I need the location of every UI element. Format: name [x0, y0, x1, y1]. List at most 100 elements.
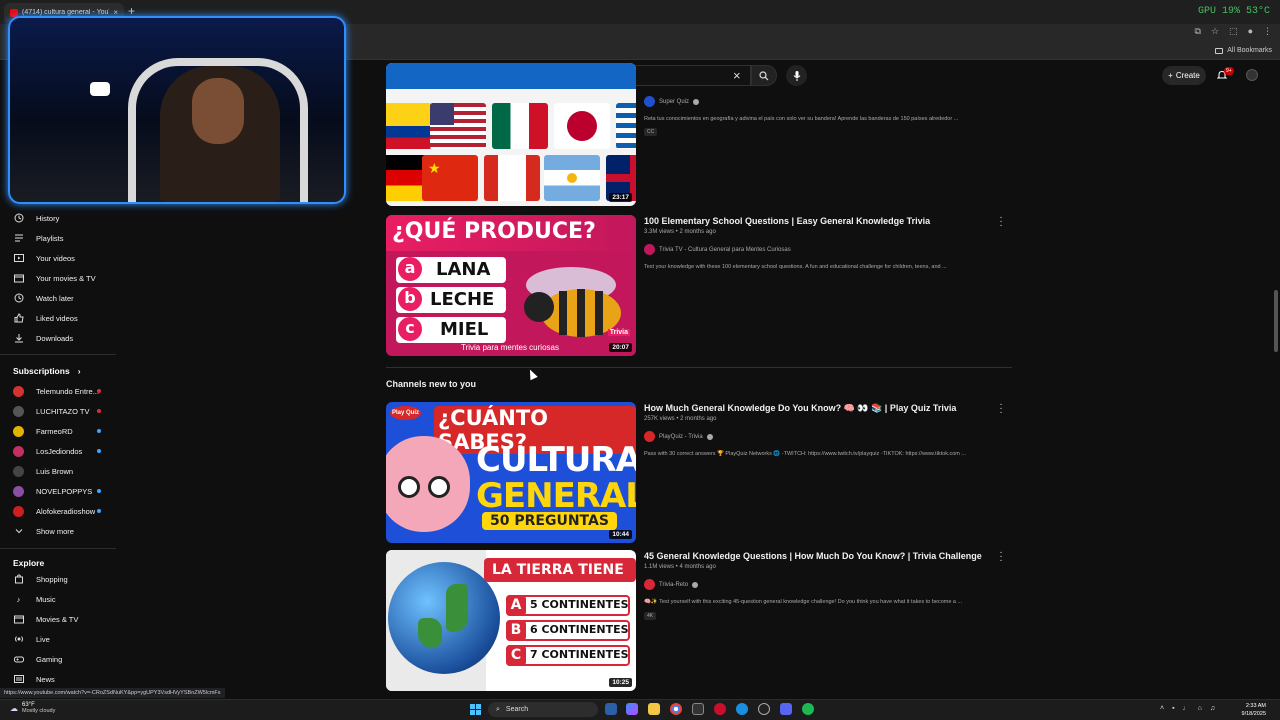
more-actions-icon[interactable]: · · ·	[999, 400, 1003, 418]
chrome-icon[interactable]	[670, 703, 682, 715]
history-icon	[13, 213, 24, 224]
streamer-webcam-overlay	[8, 16, 346, 204]
network-icon[interactable]: ⌂	[1198, 705, 1202, 712]
video-title[interactable]: 45 General Knowledge Questions | How Muc…	[644, 551, 982, 561]
sidebar-item-watch-later[interactable]: Watch later	[13, 289, 74, 307]
film-icon	[13, 614, 24, 625]
chevron-up-icon[interactable]: ˄	[1160, 705, 1164, 712]
create-label: Create	[1175, 71, 1200, 80]
obs-icon[interactable]	[758, 703, 770, 715]
sidebar-item-movies-tv[interactable]: Movies & TV	[13, 610, 78, 628]
create-button[interactable]: + Create	[1162, 66, 1206, 85]
page-scrollbar[interactable]	[1274, 290, 1278, 352]
show-more-button[interactable]: Show more	[13, 522, 74, 540]
sidebar-item-subscription[interactable]: Alofokeradioshow	[13, 502, 95, 520]
gamepad-icon	[13, 654, 24, 665]
clear-search-icon[interactable]: ×	[733, 68, 741, 83]
volume-icon[interactable]: ♫	[1210, 705, 1215, 712]
playlists-icon	[13, 233, 24, 244]
sidebar-item-subscription[interactable]: NOVELPOPPYS	[13, 482, 92, 500]
browser-menu-icon[interactable]: ⋮	[1263, 26, 1272, 37]
sidebar-item-movies[interactable]: Your movies & TV	[13, 269, 96, 287]
sidebar-item-label: History	[36, 213, 60, 223]
sidebar-item-subscription[interactable]: FarmeoRD	[13, 422, 73, 440]
answer-text: MIEL	[440, 319, 489, 340]
video-thumbnail[interactable]: ¿CUÁNTO SABES? Play Quiz CULTURA GENERAL…	[386, 402, 636, 543]
thumbnail-title: LA TIERRA TIENE	[492, 562, 624, 578]
sidebar-item-shopping[interactable]: Shopping	[13, 570, 68, 588]
sidebar-item-your-videos[interactable]: Your videos	[13, 249, 75, 267]
more-actions-icon[interactable]: · · ·	[999, 548, 1003, 566]
sidebar-item-subscription[interactable]: Telemundo Entre...	[13, 382, 99, 400]
video-channel[interactable]: Trivia TV - Cultura General para Mentes …	[644, 244, 791, 255]
sidebar-item-news[interactable]: News	[13, 670, 55, 688]
taskbar-clock[interactable]: 2:33 AM 9/18/2025	[1242, 702, 1266, 718]
answer-text: 7 CONTINENTES	[530, 648, 629, 661]
live-indicator-icon	[97, 389, 101, 393]
video-thumbnail[interactable]: ★ 23:17	[386, 63, 636, 206]
sidebar-item-label: Playlists	[36, 233, 64, 243]
video-title[interactable]: 100 Elementary School Questions | Easy G…	[644, 216, 930, 226]
video-thumbnail[interactable]: LA TIERRA TIENE A 5 CONTINENTES B 6 CONT…	[386, 550, 636, 691]
video-channel[interactable]: Super Quiz	[644, 96, 700, 107]
live-icon	[13, 634, 24, 645]
thumbnail-caption: Trivia para mentes curiosas	[461, 343, 559, 352]
more-actions-icon[interactable]: · · ·	[999, 213, 1003, 231]
weather-widget[interactable]: ☁ 63°F Mostly cloudy	[10, 702, 55, 714]
taskbar-search-label: Search	[505, 706, 529, 713]
profile-icon[interactable]: ●	[1248, 26, 1253, 37]
your-videos-icon	[13, 253, 24, 264]
sidebar-item-label: Your videos	[36, 253, 75, 263]
cloud-icon: ☁	[10, 703, 18, 713]
sidebar-item-music[interactable]: ♪ Music	[13, 590, 56, 608]
sidebar-item-label: Movies & TV	[36, 614, 79, 624]
video-description: Pass with 30 correct answers 🏆 PlayQuiz …	[644, 451, 966, 457]
copilot-icon[interactable]	[626, 703, 638, 715]
system-tray: ˄ ▪ ♩ ⌂ ♫	[1160, 705, 1215, 712]
sidebar-item-gaming[interactable]: Gaming	[13, 650, 62, 668]
opera-icon[interactable]	[714, 703, 726, 715]
windows-start-icon[interactable]	[470, 704, 481, 718]
settings-icon[interactable]	[692, 703, 704, 715]
video-channel[interactable]: PlayQuiz - Trivia	[644, 431, 713, 442]
sidebar-item-subscription[interactable]: LosJediondos	[13, 442, 82, 460]
taskbar-search[interactable]: ⌕ Search	[488, 702, 598, 717]
answer-letter: C	[506, 645, 526, 666]
extension-icon[interactable]: ⧉	[1195, 26, 1201, 37]
task-view-icon[interactable]	[605, 703, 617, 715]
file-explorer-icon[interactable]	[648, 703, 660, 715]
all-bookmarks-button[interactable]: All Bookmarks	[1215, 47, 1272, 54]
video-thumbnail[interactable]: ¿QUÉ PRODUCE? a LANA b LECHE c MIEL Triv…	[386, 215, 636, 356]
sidebar-item-liked-videos[interactable]: Liked videos	[13, 309, 78, 327]
sidebar-item-playlists[interactable]: Playlists	[13, 229, 64, 247]
flag-china: ★	[422, 155, 478, 201]
flag-japan	[554, 103, 610, 149]
channel-avatar	[644, 244, 655, 255]
video-title[interactable]: How Much General Knowledge Do You Know? …	[644, 403, 956, 414]
subscriptions-header[interactable]: Subscriptions ›	[13, 366, 81, 376]
sidebar-item-live[interactable]: Live	[13, 630, 50, 648]
sidebar-item-subscription[interactable]: Luis Brown	[13, 462, 73, 480]
discord-icon[interactable]	[780, 703, 792, 715]
account-avatar[interactable]	[1246, 69, 1258, 81]
sidebar-item-label: Watch later	[36, 293, 74, 303]
voice-search-button[interactable]	[786, 65, 807, 86]
bookmark-star-icon[interactable]: ☆	[1211, 26, 1219, 37]
sidebar-item-subscription[interactable]: LUCHITAZO TV	[13, 402, 89, 420]
microphone-icon[interactable]: ♩	[1183, 705, 1190, 712]
thumbnail-question: ¿QUÉ PRODUCE?	[392, 219, 596, 244]
all-bookmarks-label: All Bookmarks	[1227, 47, 1272, 54]
explore-title: Explore	[13, 558, 45, 568]
spotify-icon[interactable]	[802, 703, 814, 715]
edge-icon[interactable]	[736, 703, 748, 715]
flag-colombia	[386, 103, 432, 149]
clock-time: 2:33 AM	[1245, 703, 1266, 709]
thumbnail-line: 50 PREGUNTAS	[482, 512, 617, 530]
video-meta: 257K views • 2 months ago	[644, 416, 717, 422]
video-channel[interactable]: Trivia-Reto	[644, 579, 699, 590]
sidebar-item-downloads[interactable]: Downloads	[13, 329, 73, 347]
sidebar-item-history[interactable]: History	[13, 209, 59, 227]
tray-app-icon[interactable]: ▪	[1172, 705, 1174, 712]
search-button[interactable]	[751, 65, 777, 86]
extensions-icon[interactable]: ⬚	[1229, 26, 1238, 37]
